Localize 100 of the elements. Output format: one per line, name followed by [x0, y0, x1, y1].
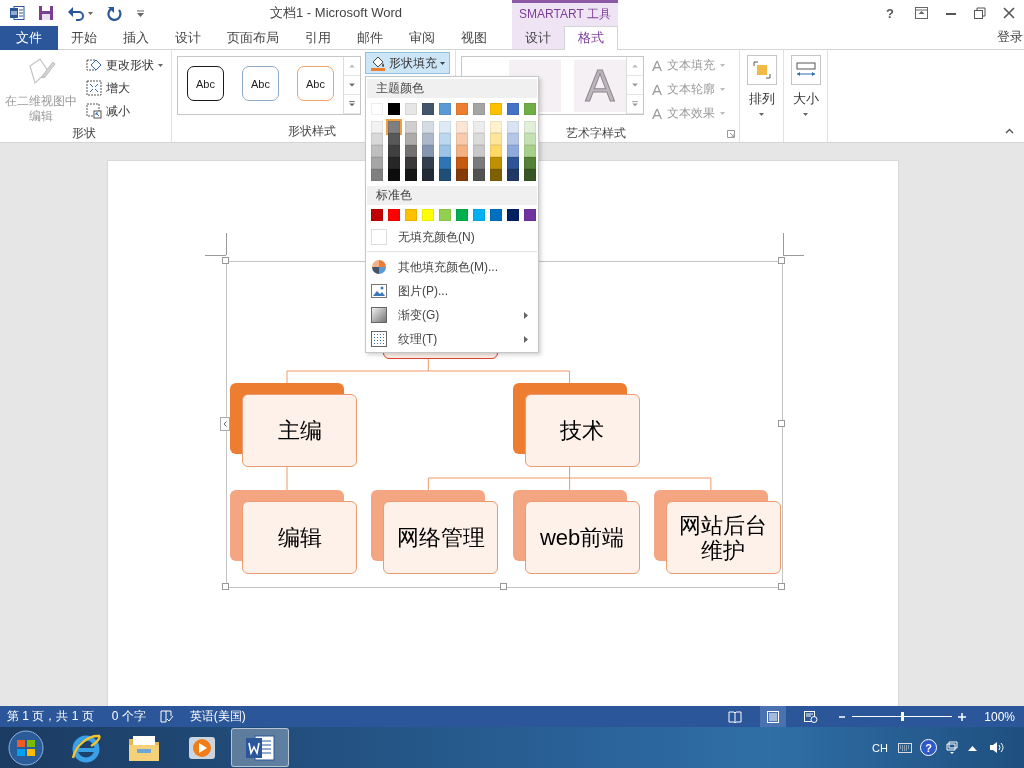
- zoom-slider[interactable]: [852, 712, 953, 721]
- action-center-icon[interactable]: [946, 740, 958, 755]
- color-swatch[interactable]: [388, 133, 400, 145]
- color-swatch[interactable]: [507, 145, 519, 157]
- color-swatch[interactable]: [456, 121, 468, 133]
- color-swatch[interactable]: [422, 133, 434, 145]
- color-swatch[interactable]: [473, 209, 485, 221]
- menu-item[interactable]: 渐变(G): [366, 303, 538, 327]
- ribbon-tab[interactable]: 设计: [512, 26, 564, 50]
- resize-handle[interactable]: [778, 420, 785, 427]
- color-swatch[interactable]: [405, 169, 417, 181]
- undo-icon[interactable]: [67, 5, 85, 21]
- color-swatch[interactable]: [405, 145, 417, 157]
- color-swatch[interactable]: [422, 209, 434, 221]
- shape-style-preview[interactable]: Abc: [297, 66, 334, 101]
- color-swatch[interactable]: [371, 145, 383, 157]
- web-layout-icon[interactable]: [804, 710, 819, 723]
- color-swatch[interactable]: [473, 169, 485, 181]
- color-swatch[interactable]: [473, 121, 485, 133]
- color-swatch[interactable]: [422, 145, 434, 157]
- ribbon-tab[interactable]: 审阅: [396, 26, 448, 50]
- ribbon-button[interactable]: 减小: [84, 100, 165, 122]
- color-swatch[interactable]: [490, 103, 502, 115]
- dialog-launcher-icon[interactable]: [727, 129, 735, 138]
- close-icon[interactable]: [1003, 7, 1015, 19]
- ribbon-display-icon[interactable]: [915, 7, 928, 19]
- color-swatch[interactable]: [456, 133, 468, 145]
- keyboard-icon[interactable]: [898, 742, 912, 753]
- color-swatch[interactable]: [439, 145, 451, 157]
- save-icon[interactable]: [38, 5, 54, 21]
- color-swatch[interactable]: [439, 169, 451, 181]
- color-swatch[interactable]: [388, 157, 400, 169]
- start-button-icon[interactable]: [7, 728, 45, 767]
- color-swatch[interactable]: [490, 157, 502, 169]
- color-swatch[interactable]: [422, 169, 434, 181]
- color-swatch[interactable]: [456, 157, 468, 169]
- diagram-node[interactable]: 技术: [524, 394, 640, 467]
- ribbon-tab[interactable]: 视图: [448, 26, 500, 50]
- color-swatch[interactable]: [507, 209, 519, 221]
- color-swatch[interactable]: [524, 169, 536, 181]
- input-language[interactable]: CH: [872, 741, 888, 754]
- show-hidden-icons[interactable]: [968, 744, 977, 751]
- help-icon[interactable]: ?: [920, 739, 937, 756]
- arrange-button[interactable]: 排列: [745, 55, 778, 142]
- ribbon-button[interactable]: 更改形状: [84, 54, 165, 76]
- color-swatch[interactable]: [524, 157, 536, 169]
- color-swatch[interactable]: [524, 133, 536, 145]
- color-swatch[interactable]: [456, 169, 468, 181]
- page-count[interactable]: 第 1 页，共 1 页: [7, 708, 94, 725]
- color-swatch[interactable]: [405, 209, 417, 221]
- color-swatch[interactable]: [422, 121, 434, 133]
- color-swatch[interactable]: [507, 169, 519, 181]
- collapse-ribbon-icon[interactable]: [1005, 128, 1014, 134]
- ribbon-tab[interactable]: 格式: [564, 26, 618, 50]
- color-swatch[interactable]: [456, 145, 468, 157]
- shape-fill-button[interactable]: 形状填充: [365, 52, 450, 74]
- color-swatch[interactable]: [507, 103, 519, 115]
- ribbon-button[interactable]: 增大: [84, 77, 165, 99]
- ribbon-tab[interactable]: 文件: [0, 26, 58, 50]
- color-swatch[interactable]: [490, 145, 502, 157]
- color-swatch[interactable]: [439, 103, 451, 115]
- color-swatch[interactable]: [456, 209, 468, 221]
- ribbon-tab[interactable]: 邮件: [344, 26, 396, 50]
- size-button[interactable]: 大小: [789, 55, 822, 142]
- ribbon-tab[interactable]: 插入: [110, 26, 162, 50]
- print-layout-icon[interactable]: [766, 710, 781, 723]
- color-swatch[interactable]: [507, 121, 519, 133]
- color-swatch[interactable]: [490, 169, 502, 181]
- color-swatch[interactable]: [422, 103, 434, 115]
- redo-icon[interactable]: [107, 5, 123, 21]
- zoom-level[interactable]: 100%: [984, 709, 1015, 724]
- ribbon-tab[interactable]: 页面布局: [214, 26, 292, 50]
- color-swatch[interactable]: [524, 145, 536, 157]
- color-swatch[interactable]: [405, 121, 417, 133]
- resize-handle[interactable]: [222, 257, 229, 264]
- color-swatch[interactable]: [507, 157, 519, 169]
- color-swatch[interactable]: [388, 169, 400, 181]
- color-swatch[interactable]: [524, 103, 536, 115]
- color-swatch[interactable]: [439, 133, 451, 145]
- color-swatch[interactable]: [490, 121, 502, 133]
- color-swatch[interactable]: [371, 157, 383, 169]
- color-swatch[interactable]: [371, 133, 383, 145]
- read-mode-icon[interactable]: [728, 710, 743, 723]
- language-indicator[interactable]: 英语(美国): [189, 708, 246, 725]
- resize-handle[interactable]: [778, 257, 785, 264]
- menu-item[interactable]: 纹理(T): [366, 327, 538, 351]
- menu-item[interactable]: 其他填充颜色(M)...: [366, 255, 538, 279]
- color-swatch[interactable]: [507, 133, 519, 145]
- zoom-in-icon[interactable]: [958, 712, 967, 721]
- resize-handle[interactable]: [222, 583, 229, 590]
- color-swatch[interactable]: [473, 145, 485, 157]
- shape-style-preview[interactable]: Abc: [187, 66, 224, 101]
- diagram-node[interactable]: 网站后台维护: [665, 501, 781, 574]
- color-swatch[interactable]: [371, 121, 383, 133]
- color-swatch[interactable]: [371, 209, 383, 221]
- color-swatch[interactable]: [524, 121, 536, 133]
- color-swatch[interactable]: [490, 209, 502, 221]
- menu-item[interactable]: 无填充颜色(N): [366, 225, 538, 249]
- color-swatch[interactable]: [473, 103, 485, 115]
- volume-icon[interactable]: [989, 741, 1004, 754]
